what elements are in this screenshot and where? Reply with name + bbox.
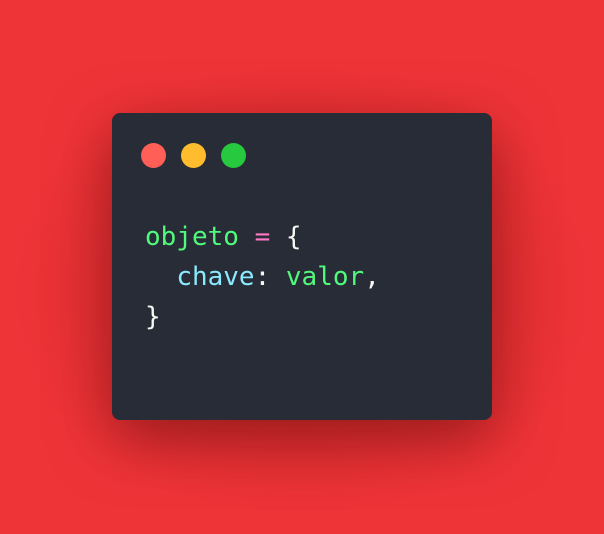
code-line-1: objeto = { <box>145 217 380 257</box>
window-controls <box>141 143 246 168</box>
close-dot-icon[interactable] <box>141 143 166 168</box>
code-block: objeto = { chave: valor,} <box>145 217 380 337</box>
minimize-dot-icon[interactable] <box>181 143 206 168</box>
object-value: valor <box>285 262 365 292</box>
open-brace: { <box>285 222 302 252</box>
maximize-dot-icon[interactable] <box>221 143 246 168</box>
close-brace: } <box>145 302 161 332</box>
code-line-3: } <box>145 297 380 337</box>
code-window: objeto = { chave: valor,} <box>112 113 492 420</box>
assignment-operator: = <box>254 222 271 252</box>
object-key: chave <box>176 262 255 292</box>
colon: : <box>254 262 286 292</box>
code-line-2: chave: valor, <box>145 257 380 297</box>
comma: , <box>364 262 380 292</box>
variable-name: objeto <box>145 222 239 252</box>
